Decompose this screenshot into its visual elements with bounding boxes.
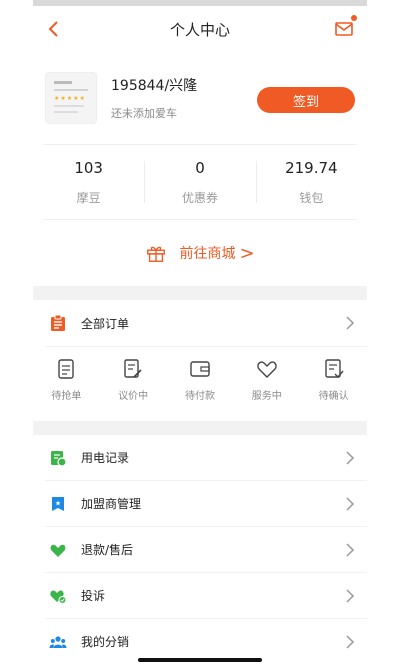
section-gap [33, 286, 367, 300]
menu-item-label: 用电记录 [81, 451, 130, 465]
menu-list: 用电记录 ★ 加盟商管理 退款/售后 投诉 我的分销 [33, 435, 367, 664]
stat-value: 219.74 [285, 158, 338, 177]
stat-value: 103 [74, 158, 103, 177]
stat-value: 0 [195, 158, 205, 177]
back-arrow-icon[interactable] [43, 18, 65, 40]
order-status-awaiting-confirm[interactable]: 待确认 [300, 347, 367, 421]
order-status-in-service[interactable]: 服务中 [233, 347, 300, 421]
svg-text:★: ★ [55, 499, 61, 507]
all-orders-label: 全部订单 [81, 316, 130, 331]
chevron-right-icon [346, 496, 355, 511]
chevron-right-icon [346, 316, 355, 330]
message-button[interactable] [333, 15, 357, 40]
mail-icon [335, 22, 353, 36]
gift-icon [147, 246, 166, 262]
menu-item-label: 加盟商管理 [81, 497, 142, 511]
avatar[interactable]: ★★★★★ [45, 72, 97, 124]
order-status-bar: 待抢单 议价中 待付款 服务中 待确认 [33, 347, 367, 421]
profile-section: ★★★★★ 195844/兴隆 还未添加爱车 签到 [33, 52, 367, 144]
stat-modou[interactable]: 103 摩豆 [33, 145, 144, 219]
chevron-right-icon [346, 450, 355, 465]
order-status-pending-grab[interactable]: 待抢单 [33, 347, 100, 421]
checkin-button[interactable]: 签到 [257, 87, 355, 113]
profile-info: 195844/兴隆 还未添加爱车 [111, 75, 197, 121]
menu-item-label: 退款/售后 [81, 543, 134, 557]
stat-coupons[interactable]: 0 优惠券 [144, 145, 255, 219]
stat-label: 钱包 [299, 190, 324, 205]
order-clipboard-icon [49, 314, 67, 332]
star-badge-icon: ★ [49, 495, 67, 513]
document-check-icon [324, 359, 344, 379]
menu-item-complaint[interactable]: 投诉 [33, 573, 367, 618]
stats-bar: 103 摩豆 0 优惠券 219.74 钱包 [33, 145, 367, 219]
order-status-label: 议价中 [118, 391, 149, 402]
car-status[interactable]: 还未添加爱车 [111, 105, 197, 121]
power-record-icon [49, 449, 67, 467]
order-status-label: 服务中 [251, 391, 282, 402]
group-icon [49, 633, 67, 651]
mall-label: 前往商城 [179, 246, 236, 262]
heart-check-icon [49, 587, 67, 605]
order-status-awaiting-payment[interactable]: 待付款 [167, 347, 234, 421]
section-gap [33, 421, 367, 435]
all-orders-row[interactable]: 全部订单 [33, 300, 367, 346]
chevron-right-icon [346, 542, 355, 557]
page-title: 个人中心 [169, 20, 230, 39]
order-status-label: 待抢单 [51, 391, 82, 402]
order-status-label: 待确认 [318, 391, 349, 402]
home-indicator[interactable] [138, 658, 262, 662]
document-edit-icon [124, 359, 142, 378]
menu-item-refund-aftersale[interactable]: 退款/售后 [33, 527, 367, 572]
header: 个人中心 [33, 6, 367, 52]
stat-label: 优惠券 [181, 190, 218, 205]
user-name: 195844/兴隆 [111, 78, 198, 94]
chevron-right-icon [346, 634, 355, 649]
phone-screen: 个人中心 ★★★★★ 195844/兴隆 还未添加爱车 签到 103 摩豆 0 [33, 0, 367, 666]
mall-arrow: > [239, 242, 255, 264]
unread-dot [351, 15, 357, 21]
stat-label: 摩豆 [76, 190, 101, 205]
menu-item-label: 我的分销 [81, 635, 130, 649]
heart-icon [257, 361, 277, 378]
go-to-mall-link[interactable]: 前往商城 > [33, 220, 367, 286]
stat-wallet[interactable]: 219.74 钱包 [255, 145, 367, 219]
chevron-right-icon [346, 588, 355, 603]
menu-item-franchise-management[interactable]: ★ 加盟商管理 [33, 481, 367, 526]
wallet-icon [190, 361, 210, 377]
order-status-bargaining[interactable]: 议价中 [100, 347, 167, 421]
order-status-label: 待付款 [184, 391, 215, 402]
heart-icon [49, 541, 67, 559]
menu-item-power-records[interactable]: 用电记录 [33, 435, 367, 480]
clipboard-icon [58, 359, 75, 379]
menu-item-label: 投诉 [81, 589, 106, 603]
